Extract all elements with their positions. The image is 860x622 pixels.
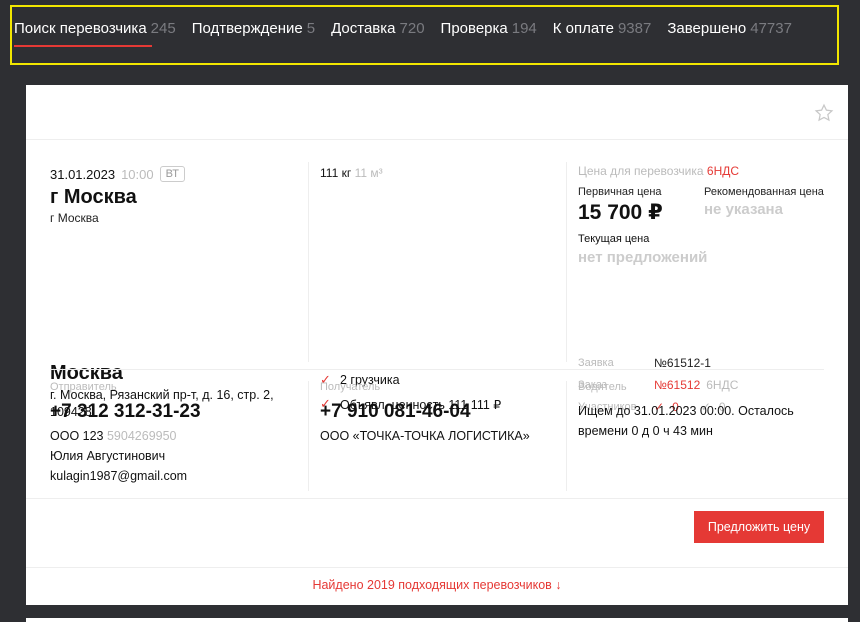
star-icon[interactable] — [814, 103, 834, 123]
tab-completed[interactable]: Завершено 47737 — [667, 20, 792, 37]
receiver-block: Получатель +7 910 081-46-04 ООО «ТОЧКА-Т… — [320, 381, 530, 443]
sender-person: Юлия Августинович — [50, 449, 166, 463]
tab-payment[interactable]: К оплате 9387 — [553, 20, 652, 37]
found-carriers-link[interactable]: Найдено 2019 подходящих перевозчиков ↓ — [26, 578, 848, 592]
date: 31.01.2023 — [50, 166, 116, 182]
divider — [50, 369, 824, 370]
tab-label: Поиск перевозчика — [14, 20, 147, 37]
weight-value: 111 — [320, 166, 339, 180]
tab-check[interactable]: Проверка 194 — [441, 20, 537, 37]
tab-count: 245 — [150, 20, 176, 37]
divider — [26, 567, 848, 568]
divider-vertical — [566, 162, 567, 362]
tab-count: 47737 — [750, 20, 792, 37]
tab-count: 194 — [511, 20, 537, 37]
origin-city: г Москва — [50, 186, 137, 208]
sender-block: Отправитель +7 312 312-31-23 ООО 123 590… — [50, 381, 201, 483]
tab-count: 5 — [306, 20, 316, 37]
status-tabs: Поиск перевозчика 245 Подтверждение 5 До… — [14, 20, 792, 47]
price-header-label: Цена для перевозчика — [578, 164, 704, 178]
receiver-phone[interactable]: +7 910 081-46-04 — [320, 401, 530, 423]
tab-count: 720 — [399, 20, 425, 37]
tab-label: Подтверждение — [191, 20, 303, 37]
price-header: Цена для перевозчика 6НДС — [578, 164, 838, 178]
next-card-edge — [26, 618, 848, 622]
sender-email[interactable]: kulagin1987@gmail.com — [50, 469, 201, 483]
tab-delivery[interactable]: Доставка 720 — [331, 20, 424, 37]
cargo-block: 111 кг 11 м³ — [320, 166, 560, 180]
primary-price-label: Первичная цена — [578, 186, 662, 198]
pickup-date: 31.01.2023 10:00 ВТ — [50, 166, 290, 182]
tab-count: 9387 — [617, 20, 652, 37]
weight-unit: кг — [341, 166, 352, 180]
sender-label: Отправитель — [50, 381, 117, 393]
receiver-label: Получатель — [320, 381, 381, 393]
request-row: Заявка №61512-1 — [578, 352, 738, 374]
tab-confirmation[interactable]: Подтверждение 5 — [192, 20, 315, 37]
sender-company-name: ООО 123 — [50, 429, 104, 443]
recommended-price: Рекомендованная цена не указана — [704, 186, 830, 225]
current-price-value: нет предложений — [578, 249, 708, 266]
recommended-price-value: не указана — [704, 201, 783, 218]
tab-label: Проверка — [440, 20, 508, 37]
price-header-tax: 6НДС — [706, 164, 740, 178]
price-row: Первичная цена 15 700 ₽ Рекомендованная … — [578, 186, 838, 225]
receiver-company: ООО «ТОЧКА-ТОЧКА ЛОГИСТИКА» — [320, 429, 530, 443]
origin-block: 31.01.2023 10:00 ВТ г Москва г Москва — [50, 166, 290, 225]
primary-price: Первичная цена 15 700 ₽ — [578, 186, 704, 225]
volume-value: 11 м³ — [354, 166, 383, 180]
divider-vertical — [308, 381, 309, 491]
primary-price-value: 15 700 ₽ — [578, 201, 663, 224]
request-value[interactable]: №61512-1 — [654, 356, 711, 370]
sender-phone[interactable]: +7 312 312-31-23 — [50, 401, 201, 423]
shipment-details: 31.01.2023 10:00 ВТ г Москва г Москва 11… — [26, 140, 848, 419]
tab-label: Доставка — [331, 20, 396, 37]
divider-vertical — [566, 381, 567, 491]
current-price-label: Текущая цена — [578, 233, 650, 245]
driver-block: Водитель Ищем до 31.01.2023 00:00. Остал… — [578, 381, 828, 441]
tab-label: Завершено — [667, 20, 747, 37]
tab-label: К оплате — [552, 20, 614, 37]
sender-inn: 5904269950 — [106, 429, 177, 443]
driver-label: Водитель — [578, 381, 627, 393]
origin-subtitle: г Москва — [50, 211, 99, 225]
tab-carrier-search[interactable]: Поиск перевозчика 245 — [14, 20, 176, 47]
shipment-card: 31.01.2023 10:00 ВТ г Москва г Москва 11… — [26, 85, 848, 605]
offer-price-button[interactable]: Предложить цену — [694, 511, 824, 543]
price-block: Цена для перевозчика 6НДС Первичная цена… — [578, 164, 838, 266]
card-header — [26, 85, 848, 140]
driver-status: Ищем до 31.01.2023 00:00. Осталось време… — [578, 404, 794, 438]
divider-vertical — [308, 162, 309, 362]
recommended-price-label: Рекомендованная цена — [704, 186, 824, 198]
time: 10:00 — [121, 166, 154, 182]
request-label: Заявка — [578, 357, 614, 369]
cargo-weight: 111 кг 11 м³ — [320, 166, 560, 180]
weekday-badge: ВТ — [159, 166, 185, 182]
divider — [26, 498, 848, 499]
sender-company: ООО 123 5904269950 — [50, 429, 201, 443]
